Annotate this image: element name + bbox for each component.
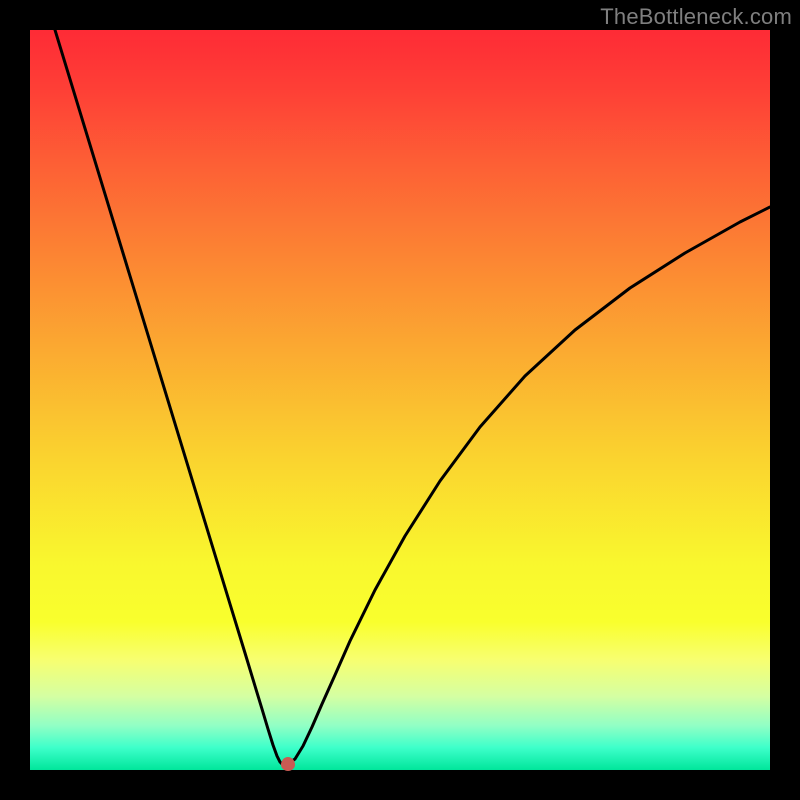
curve-svg (30, 30, 770, 770)
minimum-marker (281, 757, 295, 771)
chart-plot-area (30, 30, 770, 770)
watermark-text: TheBottleneck.com (600, 4, 792, 30)
bottleneck-curve (55, 30, 770, 764)
